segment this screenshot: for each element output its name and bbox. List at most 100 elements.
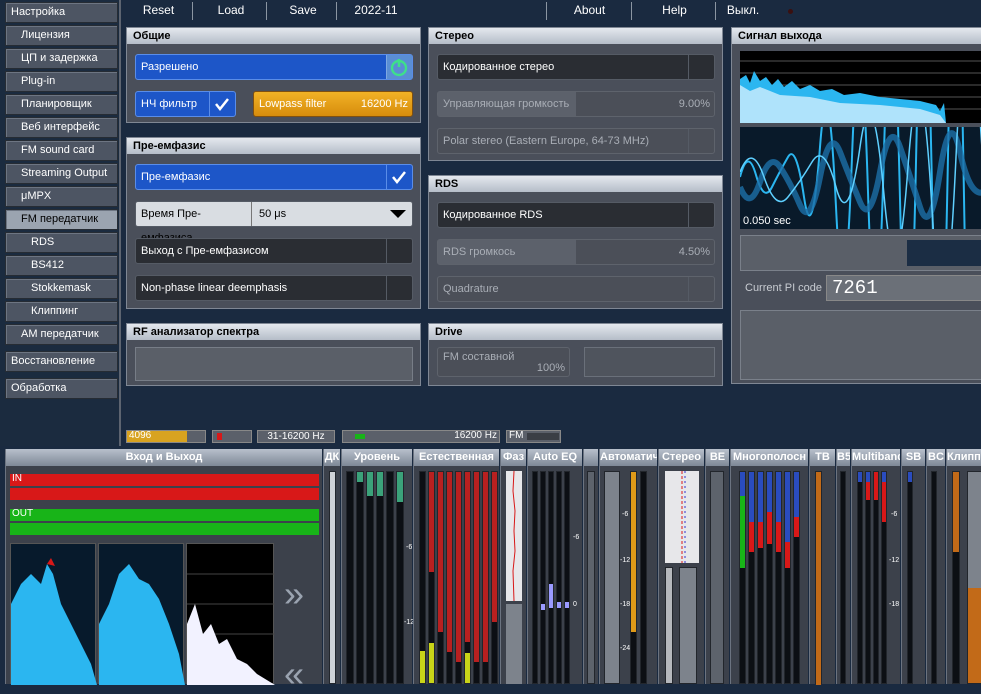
sidebar-item-umpx[interactable]: μMPX <box>5 186 118 207</box>
phase-meter <box>506 604 522 684</box>
sidebar-item-web-interface[interactable]: Веб интерфейс <box>5 117 118 138</box>
preemphasis-time-select[interactable]: Время Пре-емфазиса 50 μs <box>135 201 413 244</box>
multiband-panel: Многополосн <box>730 449 808 684</box>
tick-label: -12 <box>620 557 631 564</box>
sidebar: Настройка Лицензия ЦП и задержка Plug-in… <box>0 0 121 446</box>
preemphasis-time-label: Время Пре-емфазиса <box>136 202 252 244</box>
nonphase-deemphasis-toggle[interactable]: Non-phase linear deemphasis <box>135 275 413 301</box>
stereo-panel-title: Стерео <box>429 28 722 44</box>
fm-composite-value: 100% <box>536 362 565 374</box>
level-meter-6 <box>396 471 404 684</box>
mb-limiter-meter-4 <box>881 471 887 684</box>
help-button[interactable]: Help <box>646 0 703 22</box>
preemphasis-toggle[interactable]: Пре-емфазис <box>135 164 413 190</box>
stereo-scope <box>665 471 699 563</box>
fm-composite-slider[interactable]: FM составной 100% <box>437 347 570 377</box>
level-meter-5 <box>386 471 394 684</box>
chevron-down-icon[interactable]: « <box>284 654 316 694</box>
auto-eq-meter-5 <box>564 471 570 684</box>
bc-title: BC <box>927 449 945 466</box>
check-icon <box>386 165 412 189</box>
oscilloscope-time: 0.050 sec <box>743 215 791 227</box>
clipper-meter-1 <box>952 471 960 684</box>
power-button[interactable]: Выкл. <box>723 0 763 22</box>
rds-coded-label: Кодированное RDS <box>443 209 543 221</box>
input-output-panel: Вход и Выход IN OUT » « <box>5 449 322 694</box>
level-panel: Уровень -6 -12 <box>341 449 414 684</box>
band-display: 31-16200 Hz <box>257 430 335 443</box>
polar-stereo-toggle[interactable]: Polar stereo (Eastern Europe, 64-73 MHz) <box>437 128 715 154</box>
sidebar-item-cpu-latency[interactable]: ЦП и задержка <box>5 48 118 69</box>
lowpass-filter-toggle[interactable]: НЧ фильтр <box>135 91 236 117</box>
rds-volume-label: RDS громкось <box>443 246 516 258</box>
input-spectrum-right <box>98 543 185 685</box>
natural-meter-9 <box>491 471 498 684</box>
stereo-meter-right <box>679 567 697 684</box>
frequency-value: 16200 Hz <box>454 430 497 441</box>
cpu-value: 4096 <box>129 430 152 441</box>
sidebar-item-scheduler[interactable]: Планировщик <box>5 94 118 115</box>
mb-limiter-meter-3 <box>873 471 879 684</box>
polar-stereo-label: Polar stereo (Eastern Europe, 64-73 MHz) <box>443 135 650 147</box>
stereo-meter-title: Стерео <box>659 449 704 466</box>
preemphasis-panel-title: Пре-емфазис <box>127 138 420 154</box>
reset-button[interactable]: Reset <box>131 0 186 22</box>
level-meter-4 <box>376 471 384 684</box>
multiband-limiter-panel: Multiband -6 -12 -18 <box>851 449 900 684</box>
enabled-toggle[interactable]: Разрешено <box>135 54 413 80</box>
quadrature-label: Quadrature <box>443 283 499 295</box>
b5-meter <box>840 471 846 684</box>
about-button[interactable]: About <box>561 0 618 22</box>
natural-meter-4 <box>446 471 453 684</box>
b5-panel: B5 <box>836 449 850 684</box>
sidebar-item-streaming-output[interactable]: Streaming Output <box>5 163 118 184</box>
in-label: IN <box>12 473 22 484</box>
be-title: BE <box>706 449 729 466</box>
sidebar-item-restore[interactable]: Восстановление <box>5 351 118 372</box>
preemphasis-output-toggle[interactable]: Выход с Пре-емфазисом <box>135 238 413 264</box>
sidebar-item-fm-sound-card[interactable]: FM sound card <box>5 140 118 161</box>
rds-volume-slider[interactable]: RDS громкось 4.50% <box>437 239 715 265</box>
tb-meter <box>815 471 822 685</box>
sidebar-item-plugin[interactable]: Plug-in <box>5 71 118 92</box>
drive-panel: Drive FM составной 100% <box>428 323 723 386</box>
sidebar-item-settings[interactable]: Настройка <box>5 2 118 23</box>
sidebar-item-fm-transmitter[interactable]: FM передатчик <box>5 209 118 230</box>
sidebar-item-processing[interactable]: Обработка <box>5 378 118 399</box>
check-icon <box>209 92 235 116</box>
clip-indicator <box>212 430 252 443</box>
clipper-meter-2 <box>967 471 981 684</box>
version-label: 2022-11 <box>354 3 398 17</box>
chevron-right-icon[interactable]: » <box>284 574 316 614</box>
b5-title: B5 <box>837 449 850 466</box>
rds-panel: RDS Кодированное RDS RDS громкось 4.50% … <box>428 175 723 309</box>
pilot-level-slider[interactable]: Управляющая громкость 9.00% <box>437 91 715 117</box>
sidebar-item-am-transmitter[interactable]: AM передатчик <box>5 324 118 345</box>
sidebar-item-stokkemask[interactable]: Stokkemask <box>5 278 118 299</box>
power-led-icon <box>788 9 793 14</box>
sidebar-item-bs412[interactable]: BS412 <box>5 255 118 276</box>
level-meter-3 <box>366 471 374 684</box>
tick-label: -6 <box>891 511 898 518</box>
enabled-label: Разрешено <box>141 61 199 73</box>
level-meter-1 <box>346 471 354 684</box>
tick-label: -6 <box>406 544 413 551</box>
be-small-meter <box>587 471 595 684</box>
level-title: Уровень <box>342 449 412 466</box>
multiband-limiter-title: Multiband <box>852 449 900 466</box>
save-button[interactable]: Save <box>277 0 329 22</box>
checkbox-empty-icon <box>688 203 714 227</box>
sidebar-item-rds[interactable]: RDS <box>5 232 118 253</box>
sidebar-item-license[interactable]: Лицензия <box>5 25 118 46</box>
auto-eq-meter-1 <box>532 471 538 684</box>
stereo-coded-toggle[interactable]: Кодированное стерео <box>437 54 715 80</box>
tb-title: ТВ <box>810 449 835 466</box>
load-button[interactable]: Load <box>205 0 257 22</box>
quadrature-toggle[interactable]: Quadrature <box>437 276 715 302</box>
lowpass-filter-slider[interactable]: Lowpass filter 16200 Hz <box>253 91 413 117</box>
rds-coded-toggle[interactable]: Кодированное RDS <box>437 202 715 228</box>
mode-value: FM <box>509 430 524 441</box>
checkbox-empty-icon <box>386 239 412 263</box>
bc-panel: BC <box>926 449 945 684</box>
sidebar-item-clipping[interactable]: Клиппинг <box>5 301 118 322</box>
